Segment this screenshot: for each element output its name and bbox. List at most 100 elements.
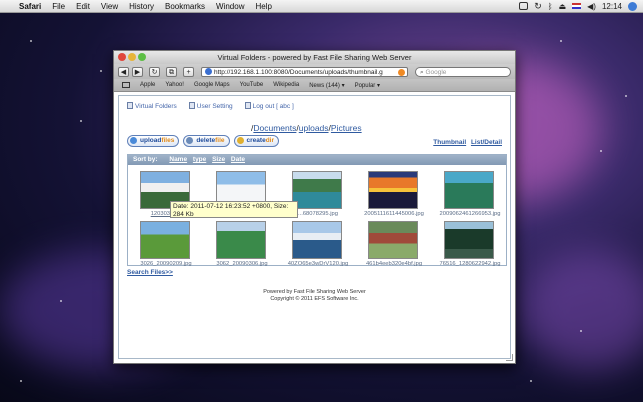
upload-label-suffix: files	[161, 137, 175, 144]
add-bookmark-button[interactable]: +	[183, 66, 194, 77]
zoom-button[interactable]	[138, 53, 146, 61]
menu-history[interactable]: History	[129, 2, 154, 11]
thumbnail-image[interactable]	[292, 221, 342, 259]
bookmark-news[interactable]: News (144) ▾	[309, 82, 344, 89]
menu-bookmarks[interactable]: Bookmarks	[165, 2, 205, 11]
upload-icon	[130, 137, 137, 144]
bluetooth-icon[interactable]: ᛒ	[548, 2, 553, 11]
rss-icon[interactable]	[398, 68, 405, 76]
web-content: Virtual Folders User Setting Log out [ a…	[114, 92, 515, 363]
thumbnail-image[interactable]	[140, 221, 190, 259]
create-dir-button[interactable]: createdir	[233, 135, 279, 147]
file-name-link[interactable]: 461b4eeb320e4bf.jpg	[356, 261, 432, 267]
bookmark-apple[interactable]: Apple	[140, 82, 155, 88]
breadcrumb: /Documents/uploads/Pictures	[251, 123, 362, 133]
breadcrumb-uploads[interactable]: uploads	[299, 123, 329, 133]
close-button[interactable]	[118, 53, 126, 61]
bookmark-youtube[interactable]: YouTube	[240, 82, 264, 88]
folder-icon	[127, 102, 133, 109]
top-nav: Virtual Folders User Setting Log out [ a…	[127, 102, 294, 110]
flag-icon[interactable]	[572, 3, 582, 9]
nav-user-setting[interactable]: User Setting	[188, 102, 233, 110]
bookmark-button[interactable]: ⧉	[166, 66, 177, 77]
thumbnail-image[interactable]	[368, 221, 418, 259]
thumbnail-view-link[interactable]: Thumbnail	[433, 139, 466, 146]
folder-add-icon	[236, 137, 244, 144]
sort-date-link[interactable]: Date	[231, 156, 245, 163]
spaces-icon[interactable]	[519, 2, 529, 10]
search-icon: ⌕	[420, 68, 424, 76]
reading-list-icon[interactable]	[122, 82, 130, 88]
thumbnail-image[interactable]	[444, 221, 494, 259]
page-footer: Powered by Fast File Sharing Web Server …	[119, 289, 510, 303]
delete-label: delete	[196, 137, 216, 144]
address-bar[interactable]: http://192.168.1.100:8080/Documents/uplo…	[201, 66, 408, 77]
time-machine-icon[interactable]: ↻	[534, 1, 542, 12]
bookmark-popular[interactable]: Popular ▾	[355, 82, 380, 89]
file-name-link[interactable]: 76516_1280622942.jpg	[432, 261, 508, 267]
menu-window[interactable]: Window	[216, 2, 244, 11]
toolbar: ◀ ▶ ↻ ⧉ + http://192.168.1.100:8080/Docu…	[114, 64, 515, 79]
user-icon	[188, 102, 195, 109]
app-menu[interactable]: Safari	[19, 2, 41, 11]
create-label-suffix: dir	[265, 137, 274, 144]
breadcrumb-documents[interactable]: Documents	[253, 123, 296, 133]
resize-handle[interactable]	[506, 354, 513, 361]
file-browser-page: Virtual Folders User Setting Log out [ a…	[118, 95, 511, 359]
delete-file-button[interactable]: deletefile	[183, 135, 230, 147]
globe-icon	[205, 67, 212, 75]
menu-edit[interactable]: Edit	[76, 2, 90, 11]
search-files-link[interactable]: Search Files>>	[127, 269, 173, 276]
back-button[interactable]: ◀	[118, 66, 129, 77]
nav-virtual-folders[interactable]: Virtual Folders	[127, 102, 177, 110]
eject-icon[interactable]: ⏏	[559, 2, 567, 11]
sort-name-link[interactable]: Name	[169, 156, 187, 163]
thumbnail-image[interactable]	[216, 221, 266, 259]
file-name-link[interactable]: 2009062461266953.jpg	[432, 211, 508, 217]
upload-files-button[interactable]: uploadfiles	[127, 135, 180, 147]
nav-user-setting-label: User Setting	[196, 103, 233, 110]
search-field[interactable]: ⌕ Google	[415, 66, 511, 77]
sort-bar: Sort by: Name type Size Date	[128, 155, 506, 165]
list-detail-view-link[interactable]: List/Detail	[471, 139, 502, 146]
menu-view[interactable]: View	[101, 2, 118, 11]
forward-button[interactable]: ▶	[132, 66, 143, 77]
action-buttons: uploadfiles deletefile createdir	[127, 135, 279, 147]
volume-icon[interactable]: ◀)	[587, 2, 596, 11]
browser-window: Virtual Folders - powered by Fast File S…	[113, 50, 516, 364]
sort-type-link[interactable]: type	[193, 156, 206, 163]
nav-logout-label: Log out [ abc ]	[252, 103, 294, 110]
thumbnail-image[interactable]	[292, 171, 342, 209]
clock[interactable]: 12:14	[602, 2, 622, 11]
search-placeholder: Google	[425, 68, 447, 76]
sort-size-link[interactable]: Size	[212, 156, 225, 163]
nav-logout[interactable]: Log out [ abc ]	[244, 102, 294, 110]
logout-icon	[244, 102, 251, 109]
menu-file[interactable]: File	[52, 2, 65, 11]
breadcrumb-pictures[interactable]: Pictures	[331, 123, 362, 133]
menu-help[interactable]: Help	[255, 2, 271, 11]
delete-label-suffix: file	[215, 137, 225, 144]
window-title: Virtual Folders - powered by Fast File S…	[217, 53, 412, 62]
bookmark-yahoo[interactable]: Yahoo!	[165, 82, 184, 88]
reload-button[interactable]: ↻	[149, 66, 160, 77]
spotlight-icon[interactable]	[628, 1, 637, 11]
title-bar[interactable]: Virtual Folders - powered by Fast File S…	[114, 51, 515, 64]
file-name-link[interactable]: 2005111611445006.jpg	[356, 211, 432, 217]
bookmark-news-label: News (144)	[309, 82, 340, 89]
bookmark-wikipedia[interactable]: Wikipedia	[273, 82, 299, 88]
thumbnail-image[interactable]	[368, 171, 418, 209]
sort-label: Sort by:	[133, 156, 158, 163]
minimize-button[interactable]	[128, 53, 136, 61]
file-name-link[interactable]: 40ZO65e3wDrV120.jpg	[280, 261, 356, 267]
file-name-link[interactable]: 3062_20090306.jpg	[204, 261, 280, 267]
footer-powered-by: Powered by Fast File Sharing Web Server	[263, 289, 366, 295]
create-label: create	[246, 137, 266, 144]
thumbnail-image[interactable]	[444, 171, 494, 209]
upload-label: upload	[140, 137, 162, 144]
menubar: Safari File Edit View History Bookmarks …	[0, 0, 643, 13]
bookmark-google-maps[interactable]: Google Maps	[194, 82, 230, 88]
file-name-link[interactable]: 3026_20090209.jpg	[128, 261, 204, 267]
file-tooltip: Date: 2011-07-12 16:23:52 +0800, Size: 2…	[170, 201, 298, 218]
delete-icon	[186, 137, 194, 144]
